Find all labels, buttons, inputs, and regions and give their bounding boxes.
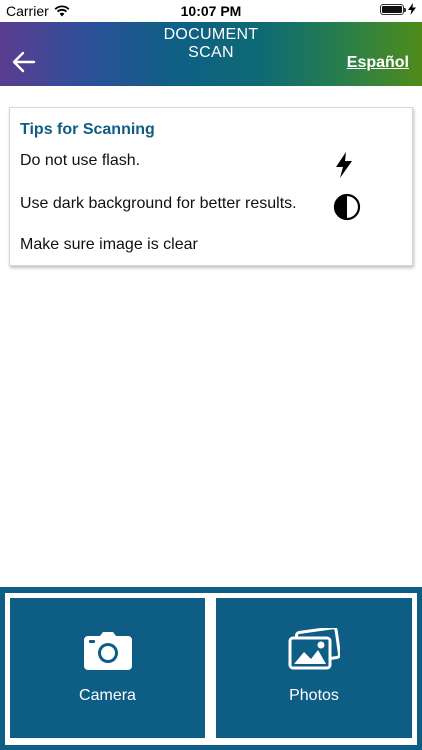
contrast-icon — [333, 193, 361, 221]
photos-label: Photos — [289, 687, 339, 704]
tips-title: Tips for Scanning — [20, 121, 155, 138]
tip-item-clear-image: Make sure image is clear — [20, 236, 400, 254]
battery-fill — [382, 5, 402, 13]
tip-text: Do not use flash. — [20, 152, 141, 169]
flash-icon — [336, 152, 352, 178]
photos-icon — [288, 628, 340, 670]
language-toggle-link[interactable]: Español — [347, 54, 409, 72]
page-title-line1: DOCUMENT — [163, 26, 259, 43]
status-right — [380, 3, 416, 15]
status-bar: Carrier 10:07 PM — [0, 0, 422, 22]
app-header: DOCUMENT SCAN Español — [0, 22, 422, 86]
status-time: 10:07 PM — [180, 3, 242, 19]
tip-text: Make sure image is clear — [20, 236, 198, 253]
tips-card: Tips for Scanning Do not use flash. Use … — [9, 107, 413, 266]
photos-button[interactable]: Photos — [216, 598, 412, 738]
screen: Carrier 10:07 PM DOCUMENT SCAN Español T… — [0, 0, 422, 750]
bottom-action-bar: Camera Photos — [0, 587, 422, 750]
bottom-action-frame: Camera Photos — [5, 593, 417, 745]
battery-icon — [380, 3, 406, 15]
camera-label: Camera — [79, 687, 136, 704]
camera-icon — [83, 632, 132, 670]
camera-button[interactable]: Camera — [10, 598, 205, 738]
charging-icon — [408, 3, 416, 15]
tip-text: Use dark background for better results. — [20, 195, 297, 212]
